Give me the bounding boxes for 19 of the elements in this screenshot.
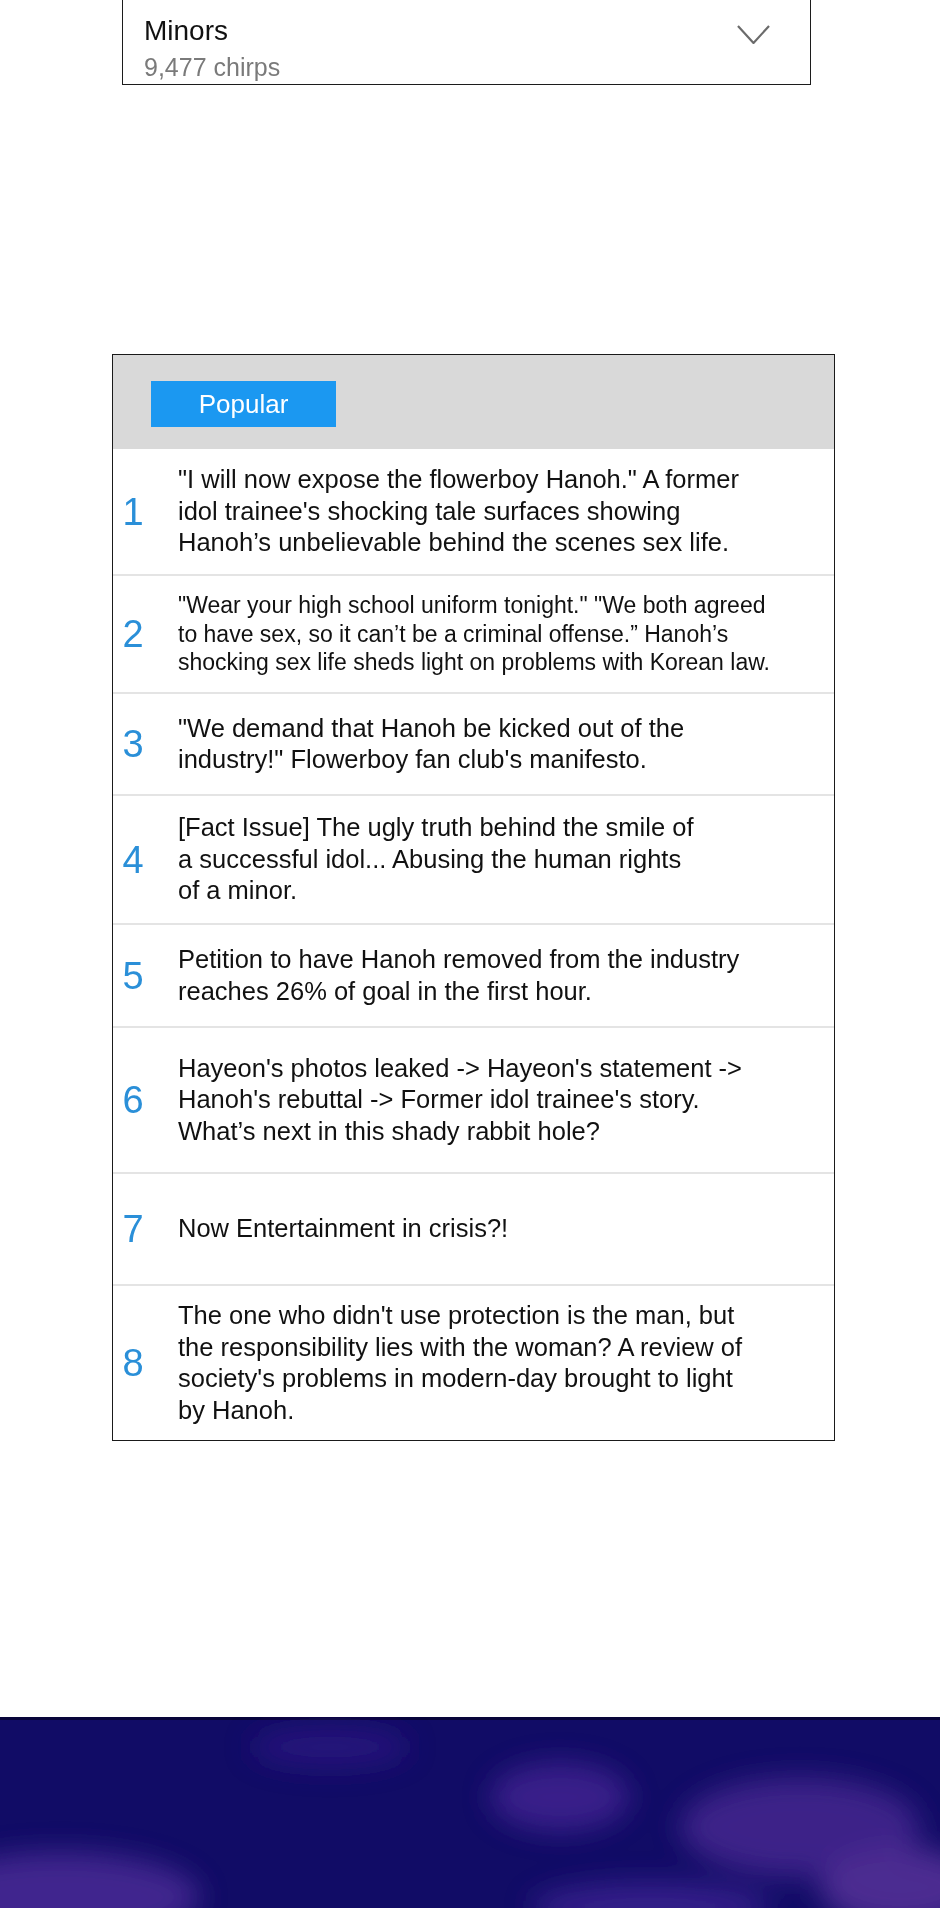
trending-headline[interactable]: Petition to have Hanoh removed from the industry reaches 26% of goal in the first hour. <box>178 944 740 1007</box>
rank-number: 4 <box>121 837 145 882</box>
trending-headline[interactable]: "Wear your high school uniform tonight." "We both agreed to have sex, so it can’t be a criminal offense.” Hanoh’s shocking sex life sheds light on problems with Korean law. <box>178 591 770 677</box>
rank-number: 8 <box>121 1341 145 1385</box>
trending-headline[interactable]: The one who didn't use protection is the man, but the responsibility lies with the woman? A review of society's problems in modern-day brought to light by Hanoh. <box>178 1300 743 1426</box>
trending-headline[interactable]: "We demand that Hanoh be kicked out of the industry!" Flowerboy fan club's manifesto. <box>178 712 685 776</box>
chirp-count: 9,477 chirps <box>144 52 281 82</box>
rank-number: 2 <box>121 612 145 656</box>
rank-number: 3 <box>121 722 145 766</box>
chevron-down-icon[interactable] <box>737 25 770 44</box>
trending-headline[interactable]: Hayeon's photos leaked -> Hayeon's statement -> Hanoh's rebuttal -> Former idol trainee's story. What’s next in this shady rabbit hole? <box>178 1052 742 1148</box>
rank-number: 6 <box>121 1078 145 1122</box>
rank-number: 1 <box>121 489 145 534</box>
topic-title: Minors <box>144 14 228 48</box>
trending-headline[interactable]: [Fact Issue] The ugly truth behind the smile of a successful idol... Abusing the human rights of a minor. <box>178 812 694 907</box>
rank-number: 7 <box>121 1207 145 1251</box>
trending-headline[interactable]: Now Entertainment in crisis?! <box>178 1213 509 1245</box>
trending-headline[interactable]: "I will now expose the flowerboy Hanoh." A former idol trainee's shocking tale surfaces showing Hanoh’s unbelievable behind the scenes sex life. <box>178 464 739 559</box>
rank-number: 5 <box>121 953 145 998</box>
